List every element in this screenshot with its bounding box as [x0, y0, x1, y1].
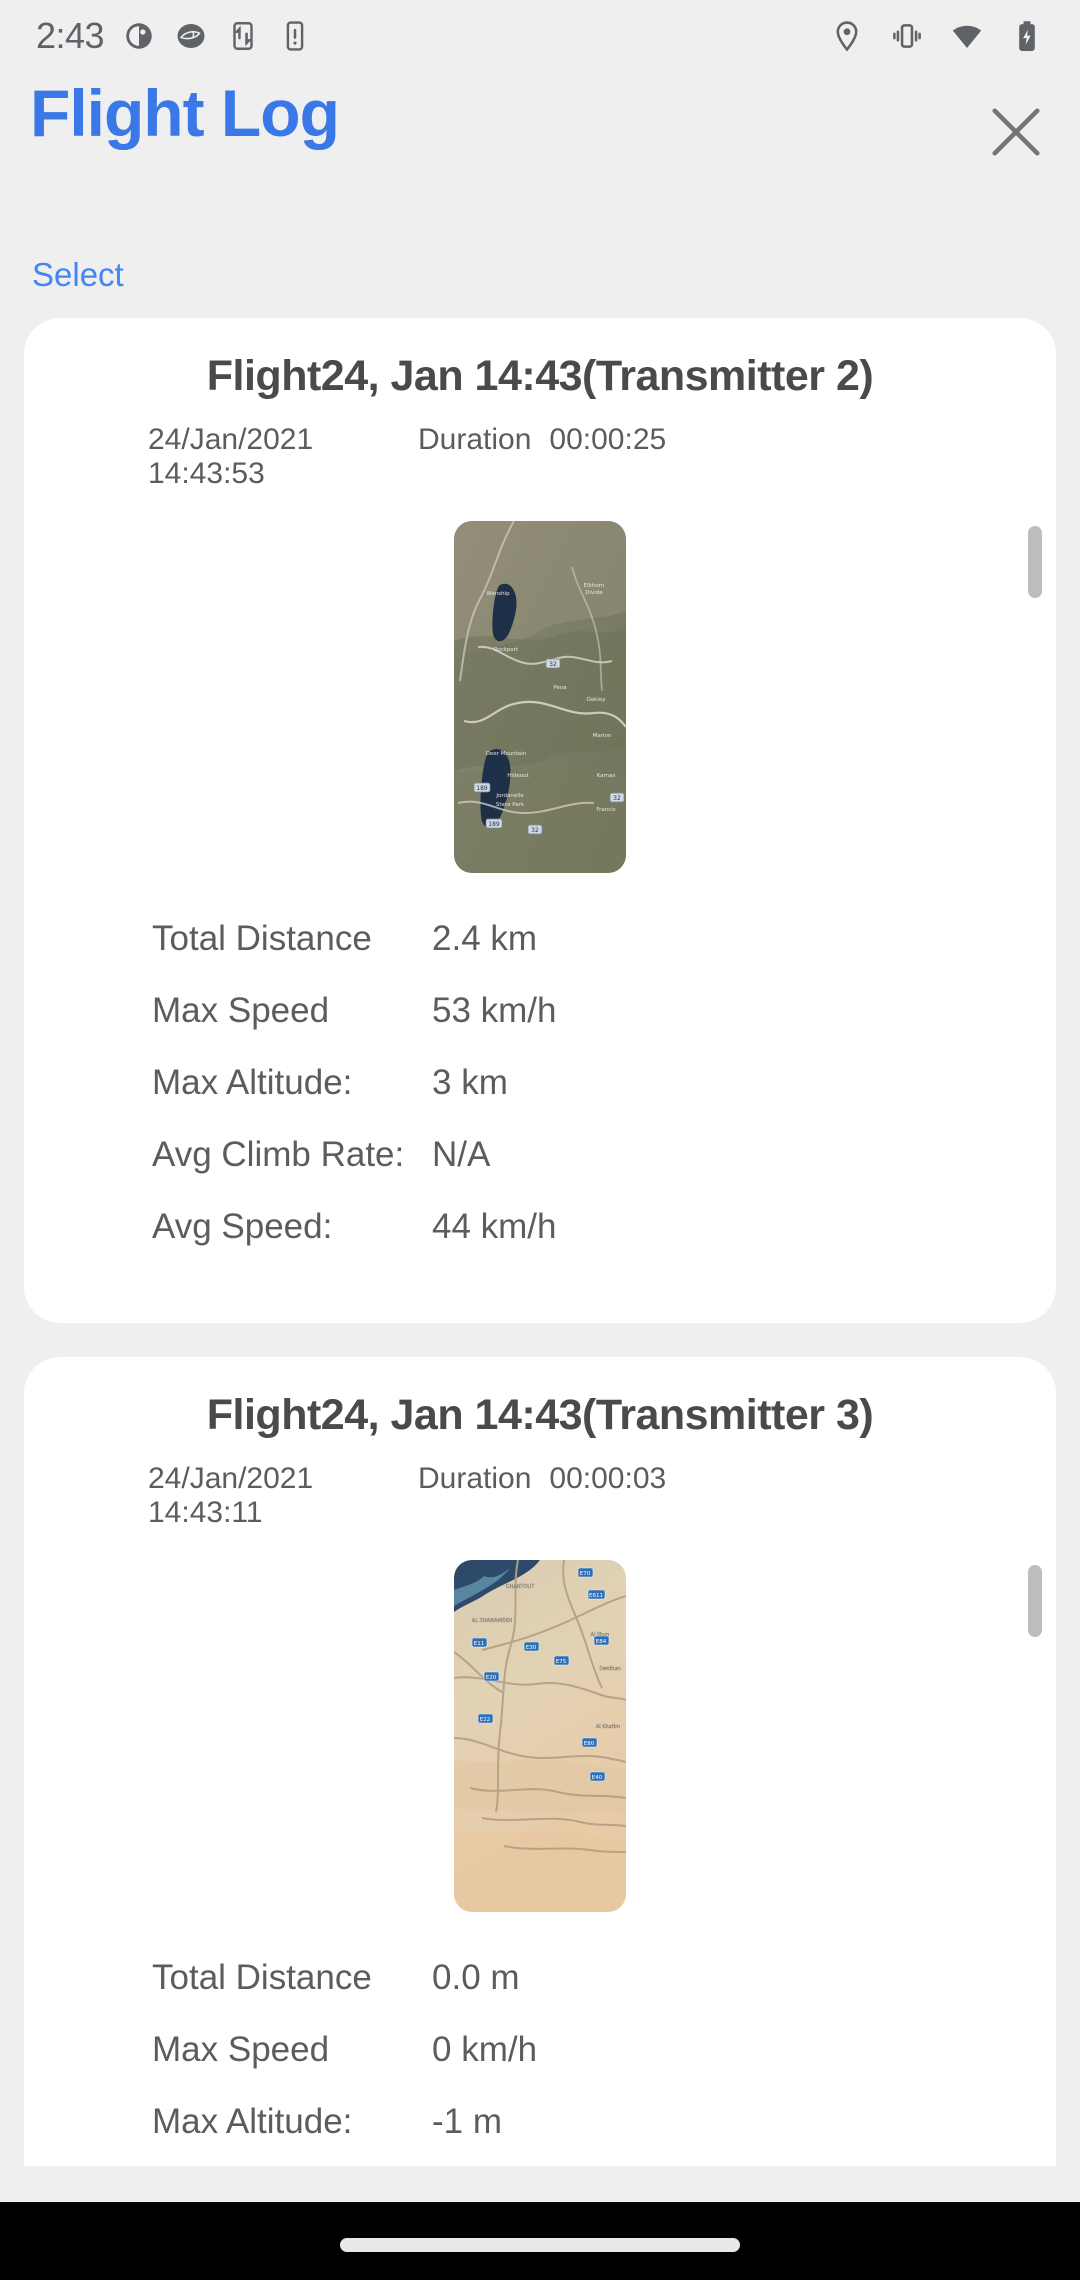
svg-text:E70: E70 [580, 1571, 591, 1577]
stat-label: Avg Speed: [152, 1207, 333, 1246]
svg-text:Jordanelle: Jordanelle [495, 793, 524, 799]
svg-text:E611: E611 [589, 1593, 603, 1599]
svg-text:E11: E11 [474, 1641, 484, 1647]
flight-card[interactable]: Flight24, Jan 14:43(Transmitter 3) 24/Ja… [24, 1357, 1056, 2198]
status-bar-right [830, 19, 1044, 53]
duration-value: 00:00:03 [549, 1462, 667, 1495]
phone-screen: 2:43 Flight Log Select Flight24, Jan 14:… [0, 0, 1080, 2280]
sim-alert-icon [278, 19, 312, 53]
stat-label: Max Altitude: [152, 2102, 353, 2141]
stat-row: Avg Climb Rate: N/A [152, 1135, 928, 1207]
svg-text:32: 32 [531, 827, 539, 834]
stat-row: Max Speed 53 km/h [152, 991, 928, 1063]
app-header: Flight Log [0, 72, 1080, 182]
wifi-icon [950, 19, 984, 53]
stat-label: Total Distance [152, 919, 372, 958]
list-bottom-spacer [0, 2166, 1080, 2202]
system-nav-bar [0, 2202, 1080, 2280]
status-bar-left: 2:43 [36, 15, 312, 57]
svg-text:32: 32 [613, 795, 621, 802]
duration-label: Duration [418, 423, 532, 456]
duration-label: Duration [418, 1462, 532, 1495]
svg-text:Marion: Marion [593, 733, 612, 739]
svg-text:Wanship: Wanship [486, 591, 510, 597]
duration-value: 00:00:25 [549, 423, 667, 456]
close-icon[interactable] [982, 98, 1050, 166]
svg-text:Rockport: Rockport [494, 647, 519, 653]
flight-title: Flight24, Jan 14:43(Transmitter 3) [206, 1391, 874, 1439]
stat-label: Max Speed [152, 991, 330, 1030]
svg-text:E22: E22 [480, 1717, 490, 1723]
svg-text:E20: E20 [486, 1675, 497, 1681]
stat-row: Total Distance 2.4 km [152, 919, 928, 991]
svg-text:Al Khatim: Al Khatim [596, 1724, 620, 1730]
stat-value: N/A [432, 1135, 491, 1174]
svg-text:189: 189 [488, 821, 500, 828]
stat-value: 44 km/h [432, 1207, 557, 1246]
svg-text:32: 32 [549, 661, 557, 668]
flight-title: Flight24, Jan 14:43(Transmitter 2) [206, 352, 874, 400]
svg-text:Elkhorn: Elkhorn [584, 583, 605, 589]
flight-stats: Total Distance 2.4 km Max Speed 53 km/h … [24, 919, 1056, 1279]
stat-label: Max Altitude: [152, 1063, 353, 1102]
stat-row: Max Altitude: 3 km [152, 1063, 928, 1135]
stat-label: Total Distance [152, 1958, 372, 1997]
stat-row: Total Distance 0.0 m [152, 1958, 928, 2030]
stat-value: 0 km/h [432, 2030, 538, 2069]
svg-text:E80: E80 [584, 1741, 595, 1747]
select-button[interactable]: Select [32, 258, 124, 291]
svg-text:E40: E40 [592, 1775, 603, 1781]
svg-text:Hideout: Hideout [507, 773, 529, 779]
vibrate-icon [890, 19, 924, 53]
svg-text:Oakley: Oakley [586, 697, 606, 703]
svg-text:GHANTOUT: GHANTOUT [506, 1584, 535, 1590]
flight-card[interactable]: Flight24, Jan 14:43(Transmitter 2) 24/Ja… [24, 318, 1056, 1323]
stat-value: 0.0 m [432, 1958, 520, 1997]
stat-row: Avg Speed: 44 km/h [152, 1207, 928, 1279]
card-scrollbar-thumb[interactable] [1028, 1565, 1042, 1637]
satellite-terrain-thumbnail[interactable]: Wanship Elkhorn Divide Rockport Peoa Oak… [454, 521, 626, 873]
location-icon [830, 19, 864, 53]
status-bar: 2:43 [0, 0, 1080, 72]
home-gesture-pill[interactable] [340, 2238, 740, 2252]
svg-text:189: 189 [476, 785, 488, 792]
flight-date: 24/Jan/2021 14:43:11 [148, 1462, 314, 1529]
svg-text:Kamas: Kamas [597, 773, 616, 779]
svg-text:Deer Mountain: Deer Mountain [486, 751, 527, 757]
svg-text:State Park: State Park [496, 802, 525, 808]
svg-text:E84: E84 [596, 1639, 607, 1645]
flight-date: 24/Jan/2021 14:43:53 [148, 423, 314, 490]
svg-text:E30: E30 [526, 1645, 537, 1651]
flight-log-list[interactable]: Flight24, Jan 14:43(Transmitter 2) 24/Ja… [0, 318, 1080, 2198]
flight-meta: 24/Jan/2021 14:43:11 Duration 00:00:03 [24, 1462, 1056, 1530]
stat-value: -1 m [432, 2102, 502, 2141]
card-scrollbar-thumb[interactable] [1028, 526, 1042, 598]
stat-value: 2.4 km [432, 919, 538, 958]
stat-label: Avg Climb Rate: [152, 1135, 405, 1174]
svg-text:AL SHAWAMEKH: AL SHAWAMEKH [472, 1618, 513, 1624]
battery-charging-icon [1010, 19, 1044, 53]
svg-text:Francis: Francis [596, 807, 615, 813]
satellite-desert-thumbnail[interactable]: GHANTOUT AL SHAWAMEKH Al Jiban Sweihan A… [454, 1560, 626, 1912]
svg-text:Divide: Divide [585, 590, 603, 596]
stat-value: 3 km [432, 1063, 508, 1102]
svg-text:E75: E75 [556, 1659, 567, 1665]
page-title: Flight Log [30, 76, 340, 150]
do-not-disturb-icon [122, 19, 156, 53]
data-sync-icon [226, 19, 260, 53]
app-notification-icon [174, 19, 208, 53]
status-bar-clock: 2:43 [36, 15, 105, 56]
flight-meta: 24/Jan/2021 14:43:53 Duration 00:00:25 [24, 423, 1056, 491]
stat-row: Max Altitude: -1 m [152, 2102, 928, 2174]
stat-label: Max Speed [152, 2030, 330, 2069]
stat-row: Max Speed 0 km/h [152, 2030, 928, 2102]
stat-value: 53 km/h [432, 991, 557, 1030]
svg-text:Peoa: Peoa [553, 685, 566, 691]
flight-stats: Total Distance 0.0 m Max Speed 0 km/h Ma… [24, 1958, 1056, 2198]
svg-text:Sweihan: Sweihan [599, 1666, 620, 1672]
